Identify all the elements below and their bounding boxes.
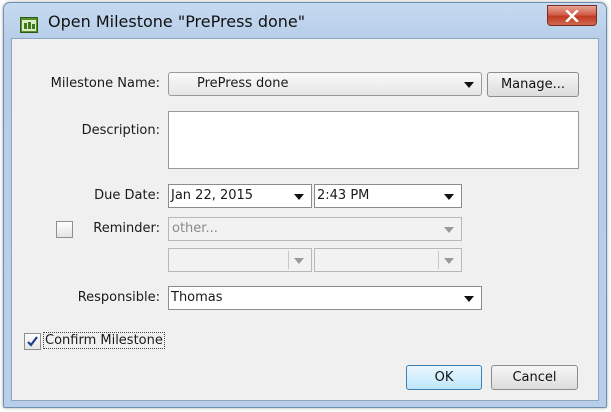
due-time-select[interactable]: 2:43 PM <box>314 184 462 208</box>
chevron-down-icon <box>294 258 304 264</box>
due-date-select[interactable]: Jan 22, 2015 <box>168 184 312 208</box>
chevron-down-icon <box>444 258 454 264</box>
title-bar[interactable]: Open Milestone "PrePress done" <box>4 3 606 43</box>
due-date-label: Due Date: <box>94 188 160 203</box>
chevron-down-icon <box>444 194 454 200</box>
reminder-unit-select[interactable] <box>168 248 312 272</box>
reminder-label: Reminder: <box>93 221 160 236</box>
dialog-body: Milestone Name: PrePress done Manage... … <box>11 38 599 401</box>
milestone-name-select[interactable]: PrePress done <box>168 72 482 96</box>
reminder-checkbox[interactable] <box>56 221 73 238</box>
ok-button[interactable]: OK <box>406 365 482 390</box>
chevron-down-icon <box>464 82 474 88</box>
responsible-value: Thomas <box>171 290 223 305</box>
reminder-time-select[interactable] <box>314 248 462 272</box>
responsible-select[interactable]: Thomas <box>168 286 482 310</box>
window-title: Open Milestone "PrePress done" <box>48 12 306 31</box>
description-input[interactable] <box>168 111 579 169</box>
chevron-down-icon <box>464 296 474 302</box>
close-button[interactable] <box>547 5 597 26</box>
reminder-value: other... <box>172 221 218 236</box>
manage-button-label: Manage... <box>500 77 566 92</box>
dropdown-separator <box>438 251 439 269</box>
checkmark-icon <box>27 336 38 347</box>
due-time-value: 2:43 PM <box>317 188 370 203</box>
milestone-name-value: PrePress done <box>197 76 289 91</box>
confirm-milestone-label[interactable]: Confirm Milestone <box>43 332 165 349</box>
close-icon <box>565 10 579 22</box>
confirm-milestone-checkbox[interactable] <box>24 333 41 350</box>
due-date-value: Jan 22, 2015 <box>171 188 254 203</box>
responsible-label: Responsible: <box>77 290 160 305</box>
milestone-name-label: Milestone Name: <box>50 76 160 91</box>
chevron-down-icon <box>444 227 454 233</box>
chevron-down-icon <box>294 194 304 200</box>
dropdown-separator <box>288 251 289 269</box>
cancel-button-label: Cancel <box>512 370 557 385</box>
app-icon <box>20 17 38 33</box>
manage-button[interactable]: Manage... <box>487 72 579 97</box>
cancel-button[interactable]: Cancel <box>491 365 578 390</box>
reminder-select[interactable]: other... <box>168 217 462 241</box>
dialog-window: Open Milestone "PrePress done" Milestone… <box>3 2 607 408</box>
ok-button-label: OK <box>434 370 454 385</box>
description-label: Description: <box>81 123 160 138</box>
